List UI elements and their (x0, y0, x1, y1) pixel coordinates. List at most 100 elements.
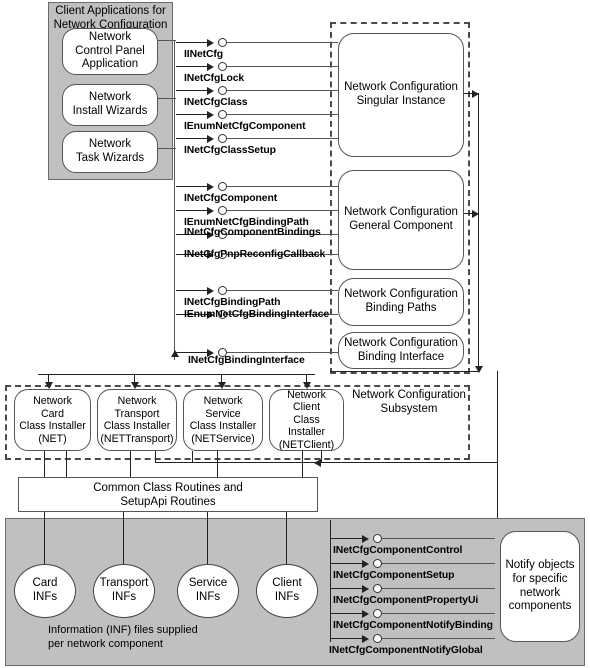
bottom-iface-4-arrowhead (362, 609, 369, 618)
iface-row-3-arrowhead (207, 86, 214, 95)
iface-lollipop-ienumnetcfgbindingpath (218, 206, 227, 215)
iface-label-ienumnetcfgcomponent: IEnumNetCfgComponent (184, 121, 306, 132)
network-transport-class-installer-box[interactable]: Network Transport Class Installer (NETTr… (97, 389, 177, 451)
client-infs-ellipse[interactable]: Client INFs (256, 564, 318, 618)
nc-general-line1: Network Configuration (344, 206, 458, 219)
network-configuration-binding-paths-box[interactable]: Network Configuration Binding Paths (338, 278, 464, 326)
iface-label-inetcfgclasssetup: INetCfgClassSetup (184, 145, 276, 156)
notify-line2: for specific (512, 572, 568, 585)
bottom-iface-1-arrow-line (331, 538, 363, 540)
network-install-wizards-box[interactable]: Network Install Wizards (62, 84, 158, 126)
iface-row-5-arrow-line (176, 138, 208, 140)
ncp-line2: Control Panel (75, 44, 145, 57)
service-infs-ellipse[interactable]: Service INFs (177, 564, 239, 618)
card-infs-ellipse[interactable]: Card INFs (14, 564, 76, 618)
ccr-line1: Common Class Routines and (93, 482, 243, 494)
ci1-leg (44, 451, 46, 477)
bottom-iface-4-arrow-line (331, 613, 363, 615)
inf1-line2: INFs (32, 591, 58, 603)
iface-row-1-arrow-line (176, 42, 208, 44)
notify-objects-box[interactable]: Notify objects for specific network comp… (500, 531, 580, 642)
inf2-line2: INFs (111, 591, 137, 603)
common-class-routines-box[interactable]: Common Class Routines and SetupApi Routi… (18, 477, 318, 512)
network-task-wizards-box[interactable]: Network Task Wizards (62, 131, 158, 173)
iface-lollipop-inetcfgclass (218, 86, 227, 95)
return-bus-vertical (478, 93, 480, 372)
iface-label-iinetcfg: IINetCfg (184, 49, 224, 60)
ci4-line1: Network (287, 388, 326, 401)
iface-lollipop-inetcfgcomponentpropertyui (373, 584, 382, 593)
iface-lollipop-inetcfgcomponentnotifybinding (373, 609, 382, 618)
iface-label-inetcfgclass: INetCfgClass (184, 97, 248, 108)
iface-label-inetcfgcomponentpropertyui: INetCfgComponentPropertyUi (333, 595, 479, 606)
notify-return-vertical (497, 371, 499, 521)
ci3-line4: (NETService) (191, 432, 255, 445)
iface-row-1-line (227, 42, 338, 44)
inf4-line1: Client (272, 577, 302, 590)
network-client-class-installer-box[interactable]: Network Client Class Installer (NETClien… (269, 389, 344, 451)
common-class-routines-text: Common Class Routines and SetupApi Routi… (19, 478, 317, 510)
ci1-line1: Network (33, 395, 72, 407)
inf1-line1: Card (32, 577, 58, 590)
ci1-line3: Class Installer (19, 420, 86, 432)
iface-row-12-arrow-line (176, 352, 208, 354)
iface-row-4-line (227, 114, 338, 116)
iface-label-inetcfgcomponentnotifybinding: INetCfgComponentNotifyBinding (333, 620, 493, 631)
bottom-iface-2-arrowhead (362, 559, 369, 568)
ci3-line2: Service (205, 407, 241, 420)
network-configuration-general-component-box[interactable]: Network Configuration General Component (338, 170, 464, 270)
ci4-line2: Client (292, 401, 321, 414)
inf3-leg (207, 512, 209, 564)
ccr-line2: SetupApi Routines (120, 495, 216, 508)
bottom-iface-1-arrowhead (362, 534, 369, 543)
iface-row-6-arrowhead (207, 182, 214, 191)
iface-lollipop-inetcfgcomponentcontrol (373, 534, 382, 543)
return-bus-bottom-line (330, 371, 479, 373)
ci2-line2: Transport (114, 407, 160, 420)
nc-bindiface-line1: Network Configuration (344, 336, 458, 349)
network-configuration-binding-interface-box[interactable]: Network Configuration Binding Interface (338, 332, 464, 369)
iface-label-inetcfgbindinginterface: INetCfgBindingInterface (188, 355, 305, 366)
iface-row-2-line (227, 66, 338, 68)
nc-general-line2: General Component (349, 220, 453, 232)
installer-bus-horizontal (38, 374, 256, 376)
transport-infs-ellipse[interactable]: Transport INFs (93, 564, 155, 618)
inf-files-caption: Information (INF) files supplied per net… (48, 624, 288, 652)
iface-lollipop-inetcfgcomponentnotifyglobal (373, 634, 382, 643)
iface-row-10-line (227, 290, 338, 292)
iface-row-7-line (227, 210, 338, 212)
network-service-class-installer-box[interactable]: Network Service Class Installer (NETServ… (183, 389, 263, 451)
iface-lollipop-inetcfglock (218, 62, 227, 71)
ci3-line1: Network (203, 395, 243, 407)
bottom-iface-4-line (382, 613, 495, 615)
iface-row-6-line (227, 186, 338, 188)
nc-singular-line2: Singular Instance (356, 95, 446, 107)
client-applications-title-line1: Client Applications for (55, 5, 166, 17)
ci4-line3: Class Installer (287, 413, 326, 439)
network-card-class-installer-box[interactable]: Network Card Class Installer (NET) (14, 389, 91, 451)
ci3-notify-leg (192, 451, 194, 463)
iface-row-10-arrow-line (176, 290, 208, 292)
ci3-leg (217, 451, 219, 477)
bottom-iface-2-line (382, 563, 495, 565)
network-control-panel-application-box[interactable]: Network Control Panel Application (62, 28, 158, 75)
iface-row-3-line (227, 90, 338, 92)
ncp-line3: Application (81, 58, 139, 71)
iface-label-inetcfgbindingpath: INetCfgBindingPath (184, 297, 281, 308)
subsystem-label-line1: Network Configuration (352, 389, 466, 401)
network-configuration-singular-instance-box[interactable]: Network Configuration Singular Instance (338, 33, 464, 157)
iface-lollipop-iinetcfg (218, 38, 227, 47)
nc-singular-line1: Network Configuration (344, 81, 458, 94)
inf2-leg (123, 512, 125, 564)
return-bus-arrow-down (474, 366, 483, 373)
ncp-line1: Network (88, 31, 132, 44)
notify-line1: Notify objects (505, 559, 575, 572)
nc-bindiface-line2: Binding Interface (357, 350, 445, 363)
ci4-leg (302, 451, 304, 477)
iface-lollipop-inetcfgcomponent (218, 182, 227, 191)
iface-lollipop-inetcfgclasssetup (218, 134, 227, 143)
installer-bus-arrow-2 (130, 382, 139, 389)
inf1-leg (44, 512, 46, 564)
notify-line3: network (519, 586, 561, 599)
iface-label-inetcfgcomponentnotifyglobal: INetCfgComponentNotifyGlobal (329, 645, 483, 656)
